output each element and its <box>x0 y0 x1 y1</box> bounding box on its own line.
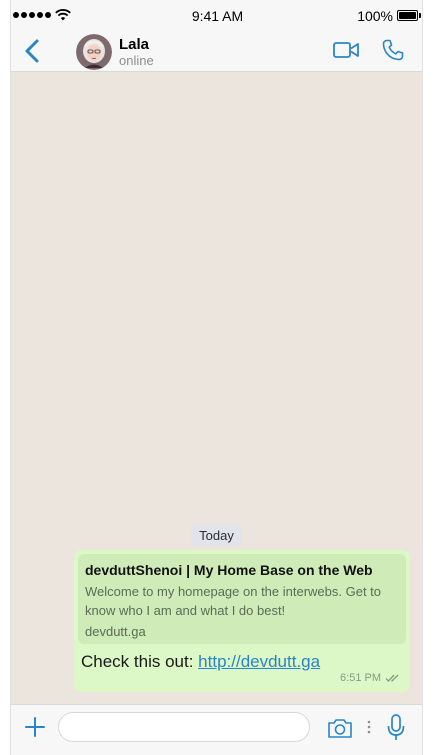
message-meta: 6:51 PM <box>340 672 401 684</box>
microphone-button[interactable] <box>387 714 405 742</box>
message-text: Check this out: http://devdutt.ga <box>81 652 406 672</box>
voice-call-button[interactable] <box>381 38 405 62</box>
camera-button[interactable] <box>327 717 353 739</box>
attach-plus-button[interactable] <box>24 716 46 738</box>
status-bar: 9:41 AM 100% <box>11 0 424 30</box>
avatar[interactable] <box>76 34 112 70</box>
message-input[interactable] <box>58 712 310 742</box>
link-preview-title: devduttShenoi | My Home Base on the Web <box>85 562 373 578</box>
contact-name[interactable]: Lala <box>119 36 149 53</box>
date-label: Today <box>191 525 242 546</box>
more-options-icon[interactable] <box>367 720 371 734</box>
link-preview-description: Welcome to my homepage on the interwebs.… <box>85 584 382 618</box>
message-input-bar <box>11 704 422 755</box>
double-check-icon <box>385 674 399 682</box>
link-preview[interactable]: devduttShenoi | My Home Base on the Web … <box>78 554 406 644</box>
message-text-prefix: Check this out: <box>81 652 199 671</box>
contact-status: online <box>119 53 154 68</box>
chat-area[interactable]: Today devduttShenoi | My Home Base on th… <box>11 72 422 704</box>
outgoing-message-bubble[interactable]: devduttShenoi | My Home Base on the Web … <box>74 550 410 692</box>
video-call-button[interactable] <box>333 40 359 60</box>
back-button[interactable] <box>21 38 45 64</box>
chat-header: Lala online <box>11 30 422 72</box>
message-link[interactable]: http://devdutt.ga <box>198 652 320 671</box>
battery-percentage: 100% <box>357 8 393 24</box>
phone-frame: 9:41 AM 100% Lala online Today devduttSh… <box>10 0 423 755</box>
link-preview-domain: devdutt.ga <box>85 624 146 639</box>
date-separator: Today <box>11 525 422 546</box>
battery-icon <box>397 10 421 21</box>
message-time: 6:51 PM <box>340 672 381 684</box>
